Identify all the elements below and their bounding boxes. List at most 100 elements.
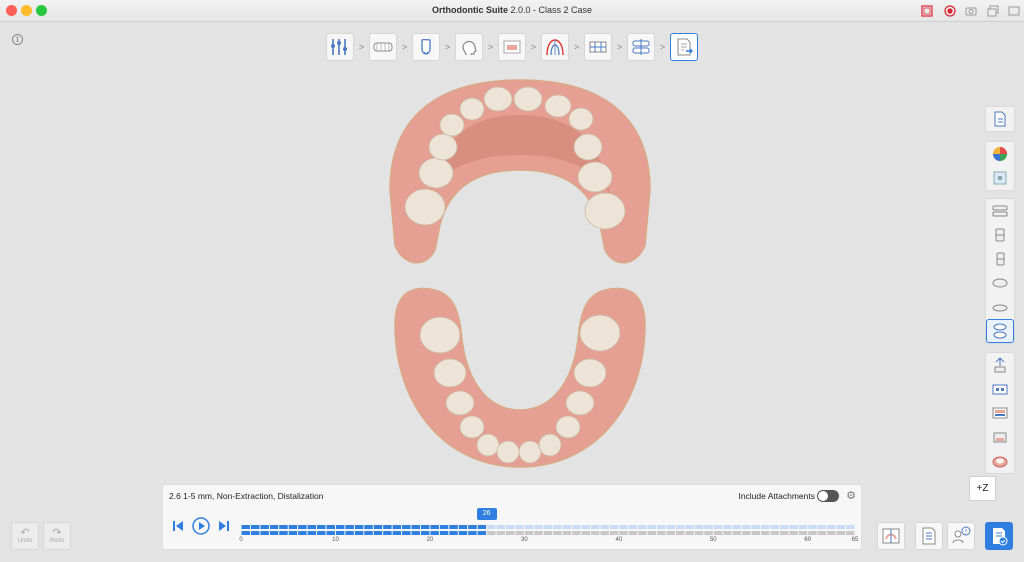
stage-cell-lower[interactable] xyxy=(364,531,373,535)
arch-form-step[interactable] xyxy=(541,33,569,61)
info-icon[interactable]: i xyxy=(12,34,23,45)
stage-cell-upper[interactable] xyxy=(383,525,392,529)
stage-cell-upper[interactable] xyxy=(789,525,798,529)
stage-cell-upper[interactable] xyxy=(241,525,250,529)
stage-cell-upper[interactable] xyxy=(846,525,855,529)
stage-cell-upper[interactable] xyxy=(307,525,317,529)
stage-cell-upper[interactable] xyxy=(704,525,713,529)
stage-cell-upper[interactable] xyxy=(317,525,326,529)
stage-cell-lower[interactable] xyxy=(458,531,468,535)
stage-cell-lower[interactable] xyxy=(345,531,354,535)
report-button[interactable] xyxy=(915,522,943,550)
stage-cell-upper[interactable] xyxy=(458,525,468,529)
left-view-button[interactable] xyxy=(986,223,1014,247)
top-view-button[interactable] xyxy=(986,271,1014,295)
front-view-button[interactable] xyxy=(986,199,1014,223)
stage-cell-upper[interactable] xyxy=(827,525,836,529)
stage-cell-lower[interactable] xyxy=(685,531,694,535)
image-button[interactable] xyxy=(986,166,1014,190)
stage-cell-upper[interactable] xyxy=(836,525,846,529)
stage-cell-upper[interactable] xyxy=(468,525,477,529)
play-icon[interactable] xyxy=(192,517,210,535)
stage-cell-lower[interactable] xyxy=(487,531,496,535)
stage-cell-upper[interactable] xyxy=(723,525,732,529)
stage-cell-lower[interactable] xyxy=(676,531,685,535)
stage-cell-upper[interactable] xyxy=(477,525,487,529)
current-stage-badge[interactable]: 26 xyxy=(476,508,497,520)
stage-cell-lower[interactable] xyxy=(279,531,288,535)
stage-cell-lower[interactable] xyxy=(420,531,430,535)
stage-cell-upper[interactable] xyxy=(694,525,704,529)
stage-cell-lower[interactable] xyxy=(430,531,439,535)
right-view-button[interactable] xyxy=(986,247,1014,271)
stage-cell-upper[interactable] xyxy=(364,525,373,529)
stage-cell-upper[interactable] xyxy=(288,525,298,529)
stage-cell-lower[interactable] xyxy=(307,531,317,535)
stage-cell-lower[interactable] xyxy=(581,531,591,535)
attachment-button[interactable] xyxy=(986,377,1014,401)
tooth-move-button[interactable] xyxy=(986,353,1014,377)
stage-cell-lower[interactable] xyxy=(562,531,572,535)
stage-cell-lower[interactable] xyxy=(600,531,609,535)
stage-cell-lower[interactable] xyxy=(496,531,505,535)
stage-cell-upper[interactable] xyxy=(298,525,307,529)
stage-cell-upper[interactable] xyxy=(505,525,515,529)
stage-cell-lower[interactable] xyxy=(779,531,789,535)
stage-cell-lower[interactable] xyxy=(827,531,836,535)
stage-cell-lower[interactable] xyxy=(288,531,298,535)
stage-cell-upper[interactable] xyxy=(751,525,761,529)
stage-cell-upper[interactable] xyxy=(326,525,335,529)
stage-cell-upper[interactable] xyxy=(439,525,449,529)
stage-cell-upper[interactable] xyxy=(345,525,354,529)
stage-cell-upper[interactable] xyxy=(260,525,269,529)
skip-end-icon[interactable] xyxy=(217,519,231,533)
collapse-icon[interactable] xyxy=(1008,5,1020,17)
bottom-view-button[interactable] xyxy=(986,295,1014,319)
stage-cell-lower[interactable] xyxy=(411,531,420,535)
stage-track[interactable] xyxy=(241,523,855,537)
stage-cell-upper[interactable] xyxy=(543,525,553,529)
stage-cell-lower[interactable] xyxy=(260,531,269,535)
stage-cell-upper[interactable] xyxy=(732,525,742,529)
stage-cell-upper[interactable] xyxy=(742,525,751,529)
stage-cell-lower[interactable] xyxy=(638,531,647,535)
stage-cell-lower[interactable] xyxy=(694,531,704,535)
stage-cell-upper[interactable] xyxy=(392,525,402,529)
stage-cell-upper[interactable] xyxy=(524,525,534,529)
stage-cell-upper[interactable] xyxy=(420,525,430,529)
stage-cell-upper[interactable] xyxy=(449,525,458,529)
redo-button[interactable]: ↷ Redo xyxy=(43,522,71,550)
stage-cell-upper[interactable] xyxy=(515,525,524,529)
stage-cell-upper[interactable] xyxy=(335,525,345,529)
stage-cell-lower[interactable] xyxy=(250,531,260,535)
camera-icon[interactable] xyxy=(965,5,977,17)
bite-button[interactable] xyxy=(986,449,1014,473)
z-axis-button[interactable]: +Z xyxy=(969,476,996,501)
aligner-step[interactable] xyxy=(498,33,526,61)
stage-cell-lower[interactable] xyxy=(524,531,534,535)
dental-3d-view[interactable] xyxy=(380,75,660,475)
record-icon[interactable] xyxy=(944,5,956,17)
consult-button[interactable] xyxy=(947,522,975,550)
stage-cell-upper[interactable] xyxy=(354,525,364,529)
arch-step[interactable] xyxy=(369,33,397,61)
stage-cell-upper[interactable] xyxy=(269,525,279,529)
stage-cell-upper[interactable] xyxy=(250,525,260,529)
stage-cell-lower[interactable] xyxy=(666,531,676,535)
stage-cell-upper[interactable] xyxy=(638,525,647,529)
tooth-step[interactable] xyxy=(412,33,440,61)
stage-cell-lower[interactable] xyxy=(505,531,515,535)
stage-cell-upper[interactable] xyxy=(402,525,411,529)
stage-cell-lower[interactable] xyxy=(761,531,770,535)
stage-cell-lower[interactable] xyxy=(619,531,628,535)
stage-cell-upper[interactable] xyxy=(581,525,591,529)
undo-button[interactable]: ↶ Undo xyxy=(11,522,39,550)
report-step[interactable] xyxy=(670,33,698,61)
stage-cell-upper[interactable] xyxy=(487,525,496,529)
stage-cell-lower[interactable] xyxy=(354,531,364,535)
stage-cell-lower[interactable] xyxy=(846,531,855,535)
stage-cell-lower[interactable] xyxy=(572,531,581,535)
fullscreen-icon[interactable] xyxy=(921,5,933,17)
stage-cell-upper[interactable] xyxy=(647,525,657,529)
stage-cell-upper[interactable] xyxy=(600,525,609,529)
